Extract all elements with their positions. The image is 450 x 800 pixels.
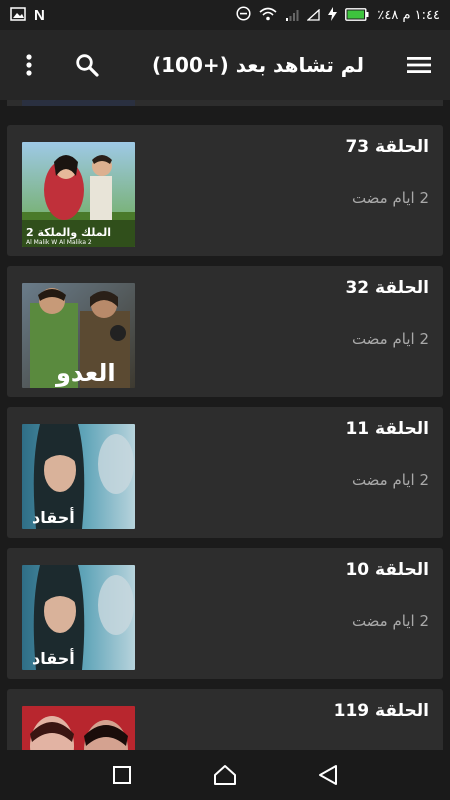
- episode-list[interactable]: الملك والملكة 2 Al Malik W Al Malika 2 ا…: [0, 100, 450, 750]
- poster-thumbnail: الملك والملكة 2 Al Malik W Al Malika 2: [22, 142, 135, 247]
- poster-title: العدو: [56, 359, 116, 387]
- episode-number: الحلقة 11: [345, 419, 429, 439]
- charging-icon: [328, 6, 338, 25]
- episode-number: الحلقة 73: [345, 137, 429, 157]
- n-notification-icon: N: [34, 6, 45, 24]
- battery-icon: [345, 6, 369, 25]
- poster-thumbnail: العدو: [22, 283, 135, 388]
- poster-thumbnail: [22, 706, 135, 750]
- list-item[interactable]: الملك والملكة 2 Al Malik W Al Malika 2 ا…: [7, 125, 443, 256]
- more-options-icon[interactable]: [14, 50, 44, 80]
- list-item[interactable]: أحقاد الحلقة 11 2 ايام مضت: [7, 407, 443, 538]
- list-item-partial[interactable]: [7, 100, 443, 106]
- menu-icon[interactable]: [404, 50, 434, 80]
- episode-age: 2 ايام مضت: [351, 330, 429, 348]
- episode-age: 2 ايام مضت: [351, 189, 429, 207]
- poster-title: أحقاد: [32, 508, 75, 527]
- signal-icon: [306, 6, 321, 25]
- episode-number: الحلقة 119: [333, 701, 429, 721]
- status-bar: N ١:٤٤ م ٤٨٪: [0, 0, 450, 30]
- poster-title: أحقاد: [32, 649, 75, 668]
- search-icon[interactable]: [72, 50, 102, 80]
- navigation-bar: [0, 750, 450, 800]
- signal-weak-icon: [285, 6, 299, 25]
- list-item[interactable]: العدو الحلقة 32 2 ايام مضت: [7, 266, 443, 397]
- list-item[interactable]: الحلقة 119: [7, 689, 443, 750]
- list-item[interactable]: أحقاد الحلقة 10 2 ايام مضت: [7, 548, 443, 679]
- poster-title: الملك والملكة 2: [26, 226, 111, 239]
- wifi-icon: [259, 6, 277, 25]
- app-bar: لم تشاهد بعد (+100): [0, 30, 450, 100]
- status-time: ١:٤٤ م ٤٨٪: [377, 7, 440, 23]
- episode-number: الحلقة 32: [345, 278, 429, 298]
- page-title: لم تشاهد بعد (+100): [151, 53, 364, 77]
- poster-thumbnail: [22, 100, 135, 106]
- episode-age: 2 ايام مضت: [351, 612, 429, 630]
- home-icon[interactable]: [210, 760, 240, 790]
- recent-apps-icon[interactable]: [107, 760, 137, 790]
- dnd-icon: [236, 5, 251, 25]
- image-notification-icon: [10, 6, 26, 25]
- back-icon[interactable]: [313, 760, 343, 790]
- poster-thumbnail: أحقاد: [22, 424, 135, 529]
- poster-subtitle: Al Malik W Al Malika 2: [26, 239, 92, 246]
- episode-age: 2 ايام مضت: [351, 471, 429, 489]
- episode-number: الحلقة 10: [345, 560, 429, 580]
- poster-thumbnail: أحقاد: [22, 565, 135, 670]
